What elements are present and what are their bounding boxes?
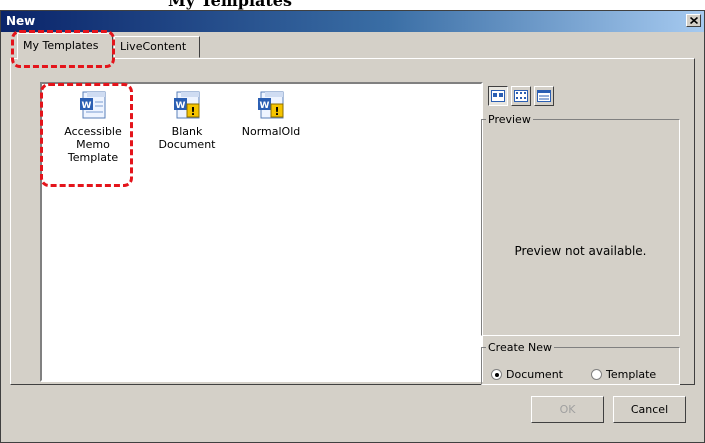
ok-button[interactable]: OK: [531, 396, 604, 423]
word-template-icon: W: [80, 91, 106, 119]
template-item-label: Memo: [76, 138, 110, 151]
document-radio[interactable]: Document: [491, 368, 563, 381]
template-item-label: Accessible: [64, 125, 122, 138]
template-item-accessible-memo[interactable]: W Accessible Memo Template: [50, 89, 136, 164]
preview-message: Preview not available.: [514, 244, 647, 258]
list-view-icon: [514, 90, 528, 102]
cancel-button[interactable]: Cancel: [613, 396, 686, 423]
template-item-label: Document: [158, 138, 216, 151]
svg-text:W: W: [176, 101, 186, 111]
document-radio-label: Document: [506, 368, 563, 381]
template-radio-circle[interactable]: [591, 369, 602, 380]
document-radio-circle[interactable]: [491, 369, 502, 380]
close-icon: [689, 17, 698, 24]
large-icons-view-button[interactable]: [488, 86, 508, 106]
list-view-button[interactable]: [511, 86, 531, 106]
word-template-warning-icon: W !: [258, 91, 284, 119]
tab-my-templates[interactable]: My Templates: [17, 33, 113, 60]
template-item-label: Template: [67, 151, 119, 164]
tab-livecontent-label: LiveContent: [120, 40, 187, 53]
template-radio-label: Template: [606, 368, 657, 381]
details-view-button[interactable]: [534, 86, 554, 106]
svg-text:!: !: [274, 105, 279, 118]
tab-my-templates-label: My Templates: [23, 39, 99, 52]
template-radio[interactable]: Template: [591, 368, 656, 381]
top-caption-text: My Templates: [168, 0, 292, 10]
tab-livecontent[interactable]: LiveContent: [114, 36, 200, 58]
preview-label: Preview: [488, 113, 531, 126]
create-new-label: Create New: [488, 341, 553, 354]
template-item-label: NormalOld: [241, 125, 301, 138]
preview-group: Preview Preview not available.: [481, 113, 680, 336]
create-new-group: Create New Document Template: [481, 341, 680, 385]
svg-text:W: W: [260, 101, 270, 111]
svg-text:!: !: [190, 105, 195, 118]
close-button[interactable]: [686, 14, 701, 27]
top-caption: My Templates: [0, 0, 705, 10]
details-view-icon: [537, 90, 551, 102]
large-icons-icon: [491, 90, 505, 102]
template-item-normalold[interactable]: W ! NormalOld: [228, 89, 314, 138]
word-template-warning-icon: W !: [174, 91, 200, 119]
template-list[interactable]: W Accessible Memo Template W ! Blank Doc…: [40, 82, 483, 382]
template-item-blank-document[interactable]: W ! Blank Document: [144, 89, 230, 151]
template-item-label: Blank: [171, 125, 203, 138]
title-bar: New: [1, 11, 704, 32]
window-title: New: [6, 14, 36, 28]
svg-text:W: W: [82, 101, 92, 111]
